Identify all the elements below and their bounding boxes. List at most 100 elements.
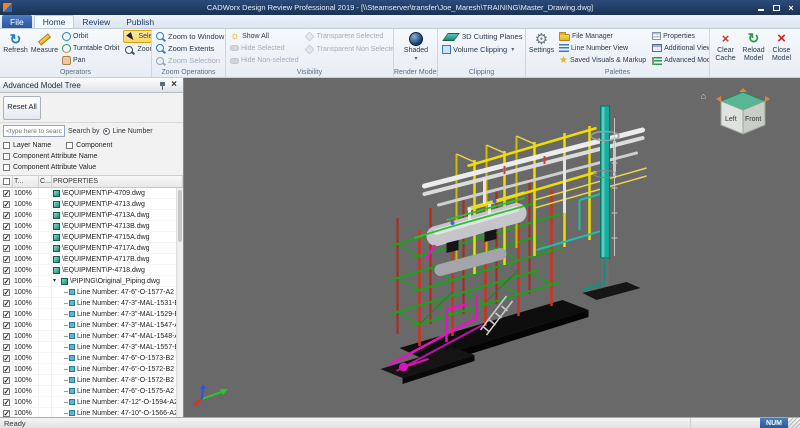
row-visibility-checkbox[interactable] (3, 322, 10, 329)
row-visibility-checkbox[interactable] (3, 256, 10, 263)
plant-model-scene[interactable] (184, 78, 800, 417)
close-button[interactable] (784, 2, 798, 14)
row-visibility-checkbox[interactable] (3, 366, 10, 373)
table-row[interactable]: 100% Line Number: 47-3"-MAL-1531-B3 (0, 298, 183, 309)
home-view-icon[interactable]: ⌂ (701, 92, 706, 101)
row-visibility-checkbox[interactable] (3, 201, 10, 208)
transparent-non-selected-button[interactable]: Transparent Non Selected (302, 43, 393, 56)
row-visibility-checkbox[interactable] (3, 212, 10, 219)
table-row[interactable]: 100% Line Number: 47-6"-O-1573-B2 (0, 353, 183, 364)
viewcube-rotate-right-arrow[interactable] (765, 96, 770, 102)
table-row[interactable]: 100% \EQUIPMENT\P-4717A.dwg (0, 243, 183, 254)
resize-grip[interactable] (788, 418, 800, 428)
zoom-selection-button[interactable]: Zoom Selection (154, 55, 225, 67)
settings-button[interactable]: Settings (528, 30, 555, 67)
table-row[interactable]: 100% \EQUIPMENT\P-4709.dwg (0, 188, 183, 199)
table-row[interactable]: 100% \EQUIPMENT\P-4713.dwg (0, 199, 183, 210)
row-visibility-checkbox[interactable] (3, 311, 10, 318)
component-checkbox[interactable] (66, 142, 73, 149)
table-row[interactable]: 100% Line Number: 47-10"-O-1566-A2 (0, 408, 183, 417)
properties-button[interactable]: Properties (650, 30, 709, 42)
row-visibility-checkbox[interactable] (3, 234, 10, 241)
table-row[interactable]: 100% Line Number: 47-8"-O-1572-B2 (0, 375, 183, 386)
table-row[interactable]: 100% Line Number: 47-3"-MAL-1529-B3 (0, 309, 183, 320)
close-panel-button[interactable] (168, 79, 180, 91)
zoom-extents-button[interactable]: Zoom Extents (154, 42, 225, 54)
row-visibility-checkbox[interactable] (3, 388, 10, 395)
table-row[interactable]: 100% \EQUIPMENT\P-4717B.dwg (0, 254, 183, 265)
additional-view-button[interactable]: Additional View (650, 42, 709, 54)
view-cube[interactable]: Left Front (712, 88, 774, 144)
table-row[interactable]: 100% \PIPING\Original_Piping.dwg (0, 276, 183, 287)
table-row[interactable]: 100% Line Number: 47-3"-MAL-1547-A3 (0, 320, 183, 331)
viewport-3d[interactable]: ⌂ Left Front (184, 78, 800, 417)
hide-non-selected-button[interactable]: Hide Non-selected (228, 55, 301, 67)
header-properties-column[interactable]: PROPERTIES (52, 176, 183, 187)
table-row[interactable]: 100% Line Number: 47-12"-O-1594-A2 (0, 397, 183, 408)
tab-home[interactable]: Home (34, 15, 75, 28)
line-number-radio[interactable] (103, 128, 110, 135)
orbit-button[interactable]: Orbit (60, 30, 121, 42)
reload-model-button[interactable]: Reload Model (740, 30, 767, 76)
volume-clipping-button[interactable]: Volume Clipping (440, 43, 525, 56)
clear-cache-button[interactable]: Clear Cache (712, 30, 739, 76)
row-visibility-checkbox[interactable] (3, 190, 10, 197)
table-row[interactable]: 100% Line Number: 47-3"-MAL-1557-B3 (0, 342, 183, 353)
zoom-button[interactable]: Zoom (123, 43, 151, 56)
expander-icon[interactable] (53, 278, 59, 284)
cutting-planes-button[interactable]: 3D Cutting Planes (440, 30, 525, 43)
table-row[interactable]: 100% \EQUIPMENT\P-4718.dwg (0, 265, 183, 276)
table-row[interactable]: 100% Line Number: 47-6"-O-1572-B2 (0, 364, 183, 375)
close-model-button[interactable]: Close Model (768, 30, 795, 76)
maximize-button[interactable] (769, 2, 783, 14)
table-row[interactable]: 100% \EQUIPMENT\P-4713A.dwg (0, 210, 183, 221)
tab-publish[interactable]: Publish (118, 15, 162, 28)
viewcube-rotate-up-arrow[interactable] (739, 88, 747, 92)
table-row[interactable]: 100% Line Number: 47-6"-O-1575-A2 (0, 386, 183, 397)
pan-button[interactable]: Pan (60, 55, 121, 67)
search-input[interactable] (3, 125, 65, 137)
refresh-button[interactable]: Refresh (2, 30, 29, 67)
row-visibility-checkbox[interactable] (3, 377, 10, 384)
row-visibility-checkbox[interactable] (3, 267, 10, 274)
table-row[interactable]: 100% Line Number: 47-4"-MAL-1548-A3 (0, 331, 183, 342)
row-visibility-checkbox[interactable] (3, 300, 10, 307)
row-visibility-checkbox[interactable] (3, 278, 10, 285)
viewcube-rotate-left-arrow[interactable] (716, 96, 721, 102)
tab-review[interactable]: Review (74, 15, 118, 28)
row-visibility-checkbox[interactable] (3, 399, 10, 406)
saved-visuals-button[interactable]: Saved Visuals & Markup (557, 55, 648, 67)
row-visibility-checkbox[interactable] (3, 289, 10, 296)
row-visibility-checkbox[interactable] (3, 344, 10, 351)
shaded-button[interactable]: Shaded (396, 30, 436, 67)
minimize-button[interactable] (754, 2, 768, 14)
header-color-column[interactable]: C... (39, 176, 52, 187)
row-visibility-checkbox[interactable] (3, 410, 10, 417)
row-visibility-checkbox[interactable] (3, 355, 10, 362)
table-row[interactable]: 100% Line Number: 47-6"-O-1577-A2 (0, 287, 183, 298)
component-attribute-name-checkbox[interactable] (3, 153, 10, 160)
table-row[interactable]: 100% \EQUIPMENT\P-4715A.dwg (0, 232, 183, 243)
show-all-button[interactable]: Show All (228, 30, 301, 42)
turntable-orbit-button[interactable]: Turntable Orbit (60, 42, 121, 54)
component-attribute-value-checkbox[interactable] (3, 164, 10, 171)
row-visibility-checkbox[interactable] (3, 223, 10, 230)
advanced-model-tree-button[interactable]: Advanced Model Tree (650, 55, 709, 67)
hide-selected-button[interactable]: Hide Selected (228, 42, 301, 54)
tab-file[interactable]: File (2, 15, 32, 28)
line-number-view-button[interactable]: Line Number View (557, 42, 648, 54)
row-visibility-checkbox[interactable] (3, 245, 10, 252)
table-row[interactable]: 100% \EQUIPMENT\P-4713B.dwg (0, 221, 183, 232)
row-visibility-checkbox[interactable] (3, 333, 10, 340)
tree-scrollbar[interactable] (176, 188, 183, 417)
transparent-selected-button[interactable]: Transparent Selected (302, 30, 393, 43)
layer-name-checkbox[interactable] (3, 142, 10, 149)
file-manager-button[interactable]: File Manager (557, 30, 648, 42)
header-transparency-column[interactable]: T... (13, 176, 39, 187)
reset-all-button[interactable]: Reset All (3, 96, 41, 120)
pin-panel-button[interactable] (156, 79, 168, 91)
select-button[interactable]: Select (123, 30, 151, 43)
zoom-to-window-button[interactable]: Zoom to Window (154, 30, 225, 42)
measure-button[interactable]: Measure (31, 30, 58, 67)
scrollbar-thumb[interactable] (178, 190, 182, 242)
